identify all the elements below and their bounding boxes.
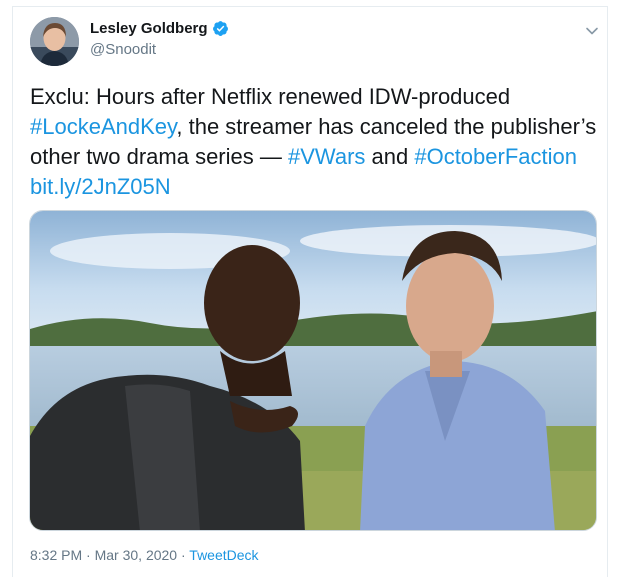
tweet-text-segment: Exclu: Hours after Netflix renewed IDW-p…	[30, 84, 511, 109]
chevron-down-icon[interactable]	[584, 23, 600, 39]
verified-badge-icon	[212, 21, 228, 36]
author-name-row: Lesley Goldberg	[90, 20, 229, 37]
hashtag-link[interactable]: #LockeAndKey	[30, 114, 176, 139]
tweet-meta: 8:32 PM · Mar 30, 2020 · TweetDeck	[30, 547, 259, 563]
tweet-text: Exclu: Hours after Netflix renewed IDW-p…	[30, 82, 605, 202]
tweet-text-segment: and	[365, 144, 415, 169]
tweet-date-link[interactable]: Mar 30, 2020	[95, 547, 178, 563]
meta-separator: ·	[177, 547, 190, 563]
hashtag-link[interactable]: #VWars	[288, 144, 365, 169]
author-handle[interactable]: @Snoodit	[90, 41, 156, 58]
avatar[interactable]	[30, 17, 79, 66]
hashtag-link[interactable]: #OctoberFaction	[414, 144, 577, 169]
author-display-name[interactable]: Lesley Goldberg	[90, 20, 208, 37]
tweet-time-link[interactable]: 8:32 PM	[30, 547, 82, 563]
short-url-link[interactable]: bit.ly/2JnZ05N	[30, 174, 171, 199]
tweet-source-link[interactable]: TweetDeck	[189, 547, 258, 563]
meta-separator: ·	[82, 547, 95, 563]
tweet-media-photo[interactable]	[29, 210, 597, 531]
